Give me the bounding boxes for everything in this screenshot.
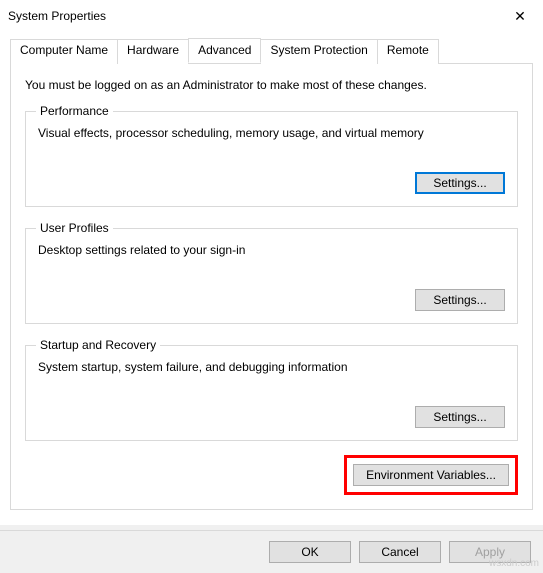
performance-desc: Visual effects, processor scheduling, me… — [38, 126, 505, 140]
admin-warning-text: You must be logged on as an Administrato… — [25, 78, 518, 92]
startup-recovery-desc: System startup, system failure, and debu… — [38, 360, 505, 374]
watermark-text: wsxdn.com — [489, 558, 539, 569]
tab-hardware[interactable]: Hardware — [117, 39, 189, 64]
dialog-footer: OK Cancel Apply — [0, 530, 543, 563]
startup-recovery-legend: Startup and Recovery — [36, 338, 160, 352]
dialog-body: Computer Name Hardware Advanced System P… — [0, 32, 543, 510]
startup-recovery-group: Startup and Recovery System startup, sys… — [25, 338, 518, 441]
close-icon[interactable]: ✕ — [497, 0, 543, 32]
environment-variables-row: Environment Variables... — [25, 455, 518, 495]
startup-recovery-settings-button[interactable]: Settings... — [415, 406, 505, 428]
performance-settings-button[interactable]: Settings... — [415, 172, 505, 194]
window-title: System Properties — [8, 9, 497, 23]
user-profiles-settings-button[interactable]: Settings... — [415, 289, 505, 311]
user-profiles-legend: User Profiles — [36, 221, 113, 235]
tab-computer-name[interactable]: Computer Name — [10, 39, 118, 64]
performance-legend: Performance — [36, 104, 113, 118]
user-profiles-desc: Desktop settings related to your sign-in — [38, 243, 505, 257]
tabstrip: Computer Name Hardware Advanced System P… — [10, 38, 533, 63]
titlebar: System Properties ✕ — [0, 0, 543, 32]
ok-button[interactable]: OK — [269, 541, 351, 563]
tab-remote[interactable]: Remote — [377, 39, 439, 64]
environment-variables-button[interactable]: Environment Variables... — [353, 464, 509, 486]
tab-system-protection[interactable]: System Protection — [260, 39, 377, 64]
user-profiles-group: User Profiles Desktop settings related t… — [25, 221, 518, 324]
highlight-annotation: Environment Variables... — [344, 455, 518, 495]
tab-content-advanced: You must be logged on as an Administrato… — [10, 63, 533, 510]
cancel-button[interactable]: Cancel — [359, 541, 441, 563]
tab-advanced[interactable]: Advanced — [188, 38, 261, 63]
performance-group: Performance Visual effects, processor sc… — [25, 104, 518, 207]
